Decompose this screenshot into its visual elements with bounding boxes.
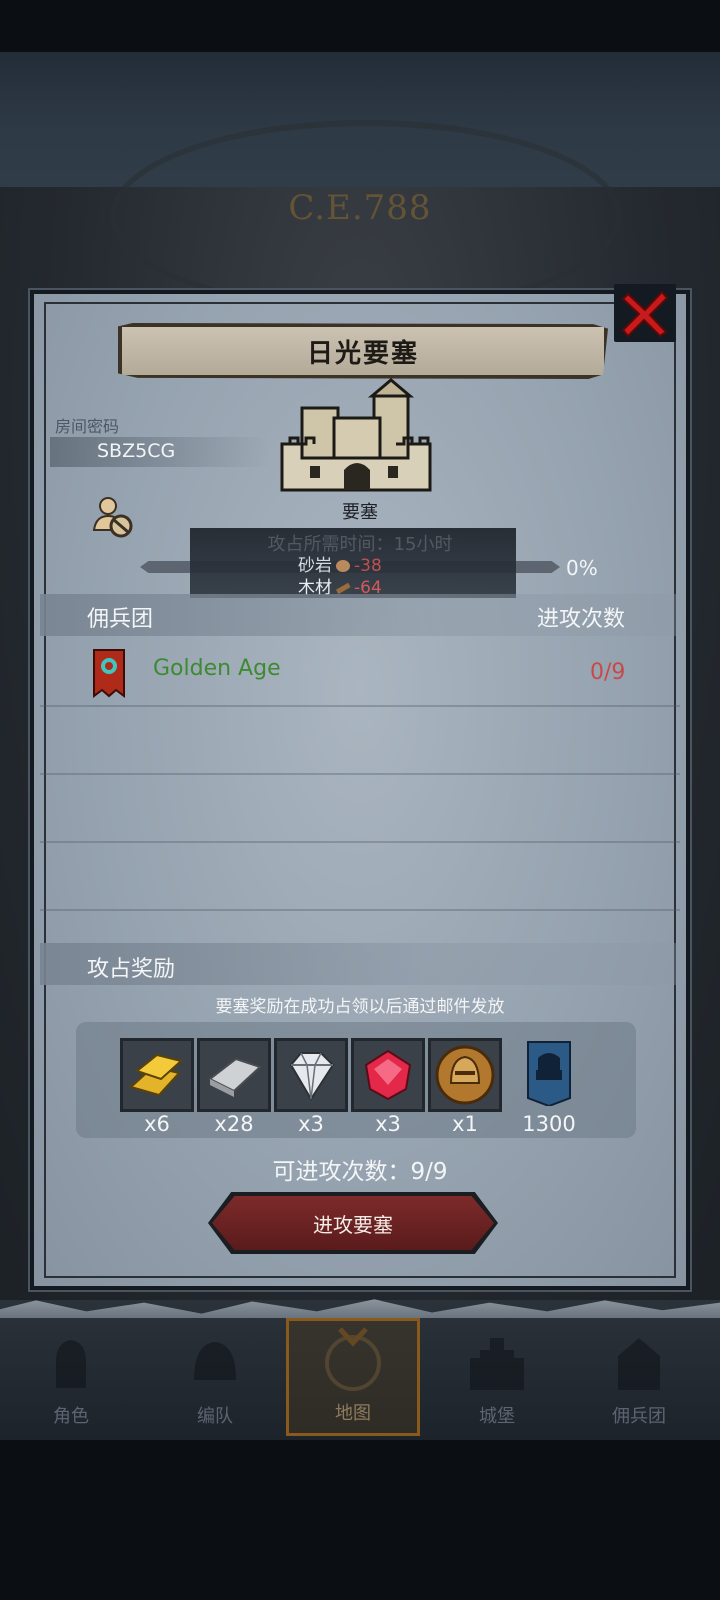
- available-attacks: 可进攻次数：9/9: [272, 1159, 448, 1185]
- helmet-medal-icon: [435, 1045, 495, 1105]
- nav-label: 城堡: [479, 1406, 515, 1427]
- nav-label: 地图: [335, 1403, 371, 1424]
- helmet-icon: [194, 1342, 236, 1380]
- reward-qty: 1300: [522, 1112, 576, 1136]
- fortress-label: 要塞: [342, 502, 378, 523]
- castle-icon: [470, 1338, 524, 1390]
- guild-section-title: 佣兵团: [87, 607, 154, 632]
- guild-banner-icon: [93, 649, 125, 698]
- sandstone-icon: [336, 560, 350, 572]
- iron-bar-icon: [208, 1057, 262, 1097]
- row-divider: [40, 909, 680, 911]
- bottom-inset: [0, 1440, 720, 1600]
- reward-qty: x6: [144, 1112, 170, 1136]
- ruby-icon: [364, 1049, 412, 1101]
- reward-note: 要塞奖励在成功占领以后通过邮件发放: [215, 997, 505, 1017]
- fortress-flag-icon[interactable]: [526, 1040, 572, 1106]
- close-button[interactable]: [614, 284, 676, 342]
- nav-label: 佣兵团: [612, 1406, 666, 1427]
- reward-qty: x3: [298, 1112, 324, 1136]
- reward-diamond[interactable]: [274, 1038, 348, 1112]
- nav-castle[interactable]: 城堡: [430, 1318, 564, 1436]
- nav-guild[interactable]: 佣兵团: [572, 1318, 706, 1436]
- reward-ruby[interactable]: [351, 1038, 425, 1112]
- row-divider: [40, 773, 680, 775]
- capture-progress-label: 0%: [566, 556, 598, 580]
- guild-attack-count: 0/9: [590, 660, 626, 685]
- reward-iron-bar[interactable]: [197, 1038, 271, 1112]
- nav-label: 编队: [197, 1406, 233, 1427]
- reward-qty: x1: [452, 1112, 478, 1136]
- close-icon: [621, 290, 669, 338]
- attack-fortress-button[interactable]: 进攻要塞: [212, 1196, 494, 1250]
- row-divider: [40, 705, 680, 707]
- era-label: C.E.788: [288, 188, 432, 228]
- wood-icon: [335, 582, 351, 595]
- nav-label: 角色: [53, 1406, 89, 1427]
- nav-map[interactable]: 地图: [286, 1318, 420, 1436]
- reward-helmet-medal[interactable]: [428, 1038, 502, 1112]
- attack-times-header: 进攻次数: [537, 607, 626, 632]
- diamond-icon: [289, 1052, 335, 1101]
- room-code: SBZ5CG: [97, 440, 176, 462]
- reward-qty: x28: [214, 1112, 254, 1136]
- reward-qty: x3: [375, 1112, 401, 1136]
- row-divider: [40, 841, 680, 843]
- gold-bar-icon: [128, 1053, 184, 1097]
- modal-title: 日光要塞: [118, 323, 608, 379]
- fortress-icon: [280, 378, 432, 492]
- nav-character[interactable]: 角色: [4, 1318, 138, 1436]
- globe-icon: [325, 1327, 381, 1391]
- room-password-label: 房间密码: [55, 417, 120, 436]
- guild-name[interactable]: Golden Age: [153, 656, 281, 681]
- reward-section-title: 攻占奖励: [87, 957, 176, 982]
- knight-icon: [56, 1340, 86, 1388]
- guild-castle-icon: [618, 1338, 660, 1390]
- nav-formation[interactable]: 编队: [148, 1318, 282, 1436]
- reward-gold-bar[interactable]: [120, 1038, 194, 1112]
